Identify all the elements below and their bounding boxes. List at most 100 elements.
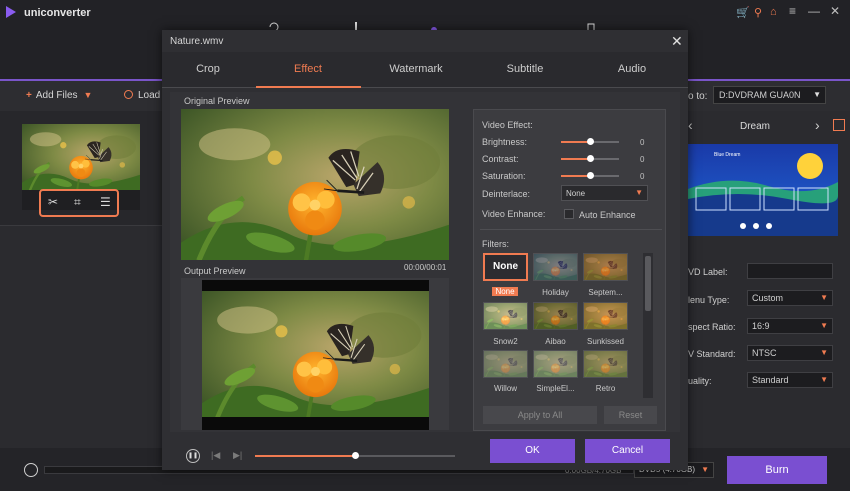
- filter-label: Septem...: [588, 288, 623, 297]
- aspect-ratio-value: 16:9: [752, 321, 770, 331]
- brightness-value: 0: [640, 138, 645, 147]
- saturation-slider[interactable]: [561, 172, 619, 179]
- filter-aibao[interactable]: [533, 302, 578, 330]
- chevron-down-icon: ▼: [635, 188, 643, 197]
- saturation-handle[interactable]: [587, 172, 594, 179]
- scrollbar-thumb[interactable]: [645, 256, 651, 311]
- video-enhance-label: Video Enhance:: [482, 209, 546, 219]
- burn-button[interactable]: Burn: [727, 456, 827, 484]
- filter-retro[interactable]: [583, 350, 628, 378]
- quality-select[interactable]: Standard ▼: [747, 372, 833, 388]
- output-preview-label: Output Preview: [184, 266, 246, 276]
- tab-subtitle[interactable]: Subtitle: [475, 63, 575, 75]
- dvd-label-input[interactable]: [747, 263, 833, 279]
- ok-button[interactable]: OK: [490, 439, 575, 463]
- filter-label: Holiday: [542, 288, 569, 297]
- edit-template-icon[interactable]: [833, 119, 845, 131]
- filter-label: Willow: [493, 384, 518, 393]
- save-to-select[interactable]: D:DVDRAM GUA0N ▼: [713, 86, 826, 104]
- next-template-icon[interactable]: ›: [815, 117, 820, 133]
- auto-enhance-checkbox[interactable]: [564, 209, 574, 219]
- tab-crop[interactable]: Crop: [158, 63, 258, 75]
- apply-to-all-button[interactable]: Apply to All: [483, 406, 597, 424]
- disc-icon: [124, 90, 133, 99]
- reset-button[interactable]: Reset: [604, 406, 657, 424]
- setting-label-quality: uality:: [688, 376, 712, 386]
- cart-icon[interactable]: 🛒: [736, 6, 750, 19]
- dialog-title: Nature.wmv: [170, 36, 224, 47]
- prev-template-icon[interactable]: ‹: [688, 117, 693, 133]
- filter-snow2[interactable]: [483, 302, 528, 330]
- setting-label-tv: V Standard:: [688, 349, 736, 359]
- trim-icon[interactable]: ✂: [48, 195, 58, 209]
- deinterlace-label: Deinterlace:: [482, 189, 531, 199]
- contrast-slider[interactable]: [561, 155, 619, 162]
- original-preview-label: Original Preview: [184, 96, 250, 106]
- filter-label: Retro: [595, 384, 616, 393]
- original-preview-video: [181, 109, 449, 260]
- brightness-handle[interactable]: [587, 138, 594, 145]
- load-dvd-button[interactable]: Load: [124, 90, 160, 101]
- template-title: Dream: [740, 121, 771, 132]
- menu-icon[interactable]: ≡: [789, 4, 796, 18]
- cancel-button[interactable]: Cancel: [585, 439, 670, 463]
- saturation-label: Saturation:: [482, 171, 526, 181]
- contrast-handle[interactable]: [587, 155, 594, 162]
- gift-icon[interactable]: ⌂: [770, 6, 777, 18]
- template-preview: Blue Dream: [688, 144, 838, 236]
- filter-label: Aibao: [545, 337, 566, 346]
- brightness-label: Brightness:: [482, 137, 528, 147]
- crop-icon[interactable]: ⌗: [74, 195, 81, 210]
- seek-bar[interactable]: [255, 452, 455, 459]
- contrast-label: Contrast:: [482, 154, 519, 164]
- prev-frame-icon[interactable]: |◀: [211, 450, 220, 461]
- chevron-down-icon: ▼: [701, 465, 709, 474]
- load-label: Load: [138, 90, 161, 101]
- tv-standard-select[interactable]: NTSC ▼: [747, 345, 833, 361]
- filter-sunkissed[interactable]: [583, 302, 628, 330]
- output-preview-video: [202, 291, 429, 417]
- filter-september[interactable]: [583, 253, 628, 281]
- quality-value: Standard: [752, 375, 789, 385]
- minimize-icon[interactable]: —: [808, 4, 820, 18]
- save-to-label: o to:: [688, 91, 708, 102]
- plus-icon: +: [26, 90, 32, 101]
- chevron-down-icon: ▼: [813, 90, 821, 99]
- filter-holiday[interactable]: [533, 253, 578, 281]
- deinterlace-select[interactable]: None ▼: [561, 185, 648, 201]
- filter-label: Sunkissed: [587, 337, 624, 346]
- menu-type-select[interactable]: Custom ▼: [747, 290, 833, 306]
- brightness-slider[interactable]: [561, 138, 619, 145]
- chevron-down-icon: ▼: [820, 293, 828, 302]
- contrast-value: 0: [640, 155, 645, 164]
- filter-simpleelegant[interactable]: [533, 350, 578, 378]
- tab-effect[interactable]: Effect: [258, 63, 358, 75]
- clock-icon[interactable]: [24, 463, 38, 477]
- seek-progress: [255, 455, 355, 457]
- auto-enhance-label: Auto Enhance: [579, 210, 636, 220]
- caret-down-icon[interactable]: ▼: [84, 90, 93, 100]
- filter-none[interactable]: None: [483, 253, 528, 281]
- filter-willow[interactable]: [483, 350, 528, 378]
- chevron-down-icon: ▼: [820, 321, 828, 330]
- filters-scrollbar[interactable]: [643, 253, 653, 398]
- aspect-ratio-select[interactable]: 16:9 ▼: [747, 318, 833, 334]
- tab-audio[interactable]: Audio: [582, 63, 682, 75]
- saturation-fill: [561, 175, 590, 177]
- setting-label-aspect: spect Ratio:: [688, 322, 736, 332]
- brightness-fill: [561, 141, 590, 143]
- search-icon[interactable]: ⚲: [754, 6, 762, 19]
- dialog-close-icon[interactable]: ✕: [671, 33, 683, 50]
- filter-label: SimpleEl...: [536, 384, 575, 393]
- app-name: uniconverter: [24, 7, 91, 19]
- next-frame-icon[interactable]: ▶|: [233, 450, 242, 461]
- close-window-icon[interactable]: ✕: [830, 4, 840, 18]
- video-thumbnail[interactable]: [22, 124, 140, 190]
- active-tab-indicator: [256, 86, 361, 88]
- pause-button[interactable]: ❚❚: [186, 449, 200, 463]
- filters-label: Filters:: [482, 239, 509, 249]
- seek-handle[interactable]: [352, 452, 359, 459]
- add-files-button[interactable]: + Add Files ▼: [26, 90, 92, 101]
- effect-icon[interactable]: ☰: [100, 195, 111, 209]
- tab-watermark[interactable]: Watermark: [366, 63, 466, 75]
